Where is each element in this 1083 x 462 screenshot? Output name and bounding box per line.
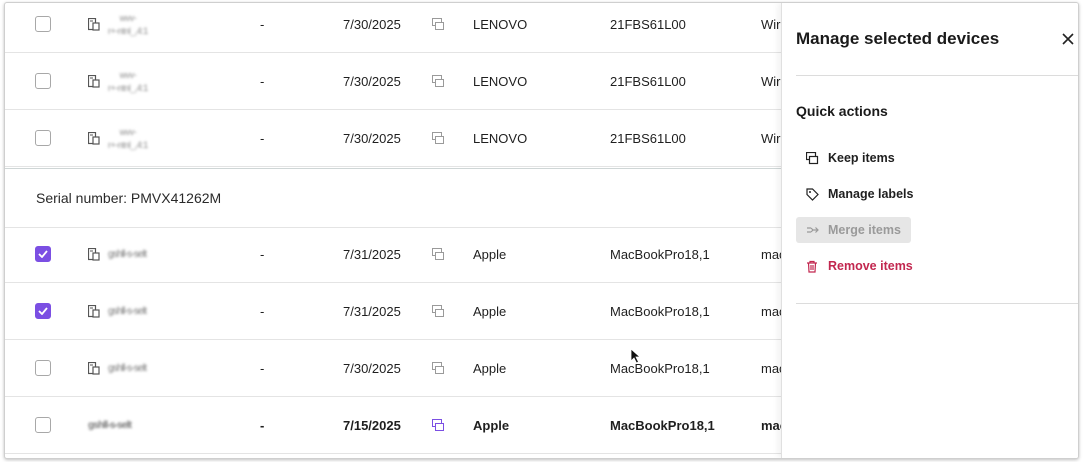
last-seen-date: 7/15/2025 bbox=[343, 417, 401, 433]
os-value: Wir bbox=[761, 130, 781, 146]
device-icon bbox=[88, 74, 100, 88]
device-table: wvv-r+-ntnl_,4:1 - 7/30/2025 LENOVO 21FB… bbox=[5, 3, 783, 458]
device-name: wvv-r+-ntnl_,4:1 bbox=[108, 126, 148, 150]
model: MacBookPro18,1 bbox=[610, 246, 710, 262]
table-row[interactable]: gshll-s-selt - 7/31/2025 Apple MacBookPr… bbox=[5, 283, 783, 340]
panel-title: Manage selected devices bbox=[796, 29, 1000, 48]
row-checkbox[interactable] bbox=[35, 73, 51, 89]
row-checkbox[interactable] bbox=[35, 303, 51, 319]
row-checkbox[interactable] bbox=[35, 360, 51, 376]
close-icon[interactable] bbox=[1060, 31, 1076, 47]
manufacturer: Apple bbox=[473, 417, 510, 433]
keep-status-icon bbox=[432, 418, 444, 431]
table-row[interactable]: gshll-s-selt - 7/31/2025 Apple MacBookPr… bbox=[5, 226, 783, 283]
table-row[interactable]: wvv-r+-ntnl_,4:1 - 7/30/2025 LENOVO 21FB… bbox=[5, 3, 781, 53]
keep-items-label: Keep items bbox=[828, 151, 895, 165]
merge-items-button[interactable]: Merge items bbox=[796, 217, 911, 243]
keep-status-icon bbox=[432, 361, 444, 374]
manufacturer: Apple bbox=[473, 303, 507, 319]
trash-icon bbox=[807, 260, 817, 273]
device-name: wvv-r+-ntnl_,4:1 bbox=[108, 69, 148, 93]
row-checkbox[interactable] bbox=[35, 130, 51, 146]
device-management-window: wvv-r+-ntnl_,4:1 - 7/30/2025 LENOVO 21FB… bbox=[4, 2, 1079, 459]
table-row[interactable]: gshll-s-selt - 7/30/2025 Apple MacBookPr… bbox=[5, 340, 783, 397]
table-row[interactable]: wvv-r+-ntnl_,4:1 - 7/30/2025 LENOVO 21FB… bbox=[5, 53, 781, 110]
device-icon bbox=[88, 131, 100, 145]
last-seen-date: 7/31/2025 bbox=[343, 246, 401, 262]
placeholder-value: - bbox=[260, 16, 265, 32]
section-title: Quick actions bbox=[796, 103, 888, 119]
os-value: mac bbox=[761, 303, 783, 319]
placeholder-value: - bbox=[260, 303, 265, 319]
manufacturer: Apple bbox=[473, 360, 507, 376]
os-value: Wir bbox=[761, 16, 781, 32]
row-checkbox[interactable] bbox=[35, 246, 51, 262]
device-icon bbox=[88, 304, 100, 318]
placeholder-value: - bbox=[260, 73, 265, 89]
keep-status-icon bbox=[432, 131, 444, 144]
divider bbox=[796, 75, 1078, 76]
device-icon bbox=[88, 17, 100, 31]
last-seen-date: 7/30/2025 bbox=[343, 16, 401, 32]
keep-icon bbox=[806, 151, 819, 164]
checkmark-icon bbox=[38, 307, 48, 315]
os-value: mac bbox=[761, 360, 783, 376]
device-icon bbox=[88, 247, 100, 261]
row-checkbox[interactable] bbox=[35, 417, 51, 433]
group-header: Serial number: PMVX41262M bbox=[5, 168, 781, 228]
manage-labels-label: Manage labels bbox=[828, 187, 914, 201]
os-value: mac bbox=[761, 417, 783, 433]
manage-devices-panel: Manage selected devices Quick actions Ke… bbox=[781, 3, 1078, 458]
checkmark-icon bbox=[38, 250, 48, 258]
device-name: gshll-s-selt bbox=[108, 248, 147, 260]
manufacturer: LENOVO bbox=[473, 16, 528, 32]
tag-icon bbox=[806, 187, 819, 201]
last-seen-date: 7/31/2025 bbox=[343, 303, 401, 319]
merge-arrow-icon bbox=[807, 227, 819, 233]
device-name: gshll-s-selt bbox=[108, 305, 147, 317]
table-row[interactable]: wvv-r+-ntnl_,4:1 - 7/30/2025 LENOVO 21FB… bbox=[5, 110, 781, 167]
model: MacBookPro18,1 bbox=[610, 303, 710, 319]
keep-status-icon bbox=[432, 17, 444, 30]
manufacturer: Apple bbox=[473, 246, 507, 262]
manage-labels-button[interactable]: Manage labels bbox=[796, 181, 923, 207]
last-seen-date: 7/30/2025 bbox=[343, 130, 401, 146]
mouse-cursor-icon bbox=[630, 348, 642, 364]
device-icon bbox=[88, 361, 100, 375]
model: 21FBS61L00 bbox=[610, 73, 686, 89]
last-seen-date: 7/30/2025 bbox=[343, 73, 401, 89]
divider bbox=[796, 303, 1078, 304]
serial-number-label: Serial number: PMVX41262M bbox=[36, 190, 222, 206]
os-value: mac bbox=[761, 246, 783, 262]
device-name: gshll-s-selt bbox=[88, 419, 132, 431]
placeholder-value: - bbox=[260, 130, 265, 146]
manufacturer: LENOVO bbox=[473, 73, 528, 89]
device-name: wvv-r+-ntnl_,4:1 bbox=[108, 12, 148, 36]
placeholder-value: - bbox=[260, 246, 265, 262]
merge-items-label: Merge items bbox=[828, 223, 901, 237]
model: 21FBS61L00 bbox=[610, 16, 686, 32]
model: MacBookPro18,1 bbox=[610, 417, 715, 433]
remove-items-button[interactable]: Remove items bbox=[796, 253, 923, 279]
model: MacBookPro18,1 bbox=[610, 360, 710, 376]
placeholder-value: - bbox=[260, 360, 265, 376]
manufacturer: LENOVO bbox=[473, 130, 528, 146]
remove-items-label: Remove items bbox=[828, 259, 913, 273]
os-value: Wir bbox=[761, 73, 781, 89]
keep-items-button[interactable]: Keep items bbox=[796, 145, 905, 171]
last-seen-date: 7/30/2025 bbox=[343, 360, 401, 376]
placeholder-value: - bbox=[260, 417, 265, 433]
keep-status-icon bbox=[432, 304, 444, 317]
model: 21FBS61L00 bbox=[610, 130, 686, 146]
table-row[interactable]: gshll-s-selt - 7/15/2025 Apple MacBookPr… bbox=[5, 397, 783, 454]
keep-status-icon bbox=[432, 247, 444, 260]
row-checkbox[interactable] bbox=[35, 16, 51, 32]
device-name: gshll-s-selt bbox=[108, 362, 147, 374]
keep-status-icon bbox=[432, 74, 444, 87]
